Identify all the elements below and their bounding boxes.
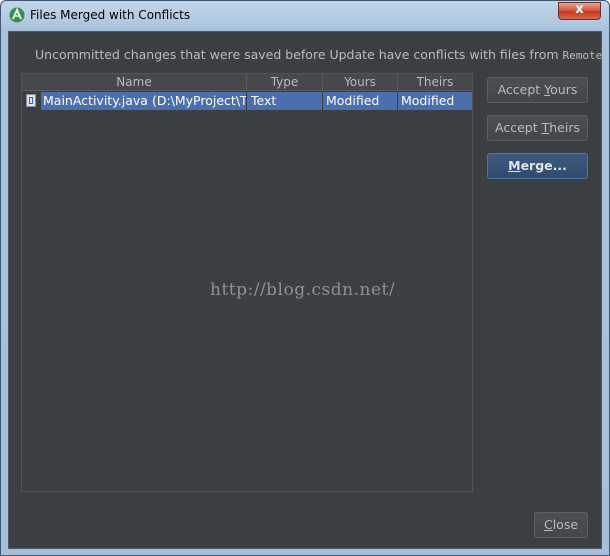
merge-button[interactable]: Merge... [487,153,588,179]
column-header-yours[interactable]: Yours [323,74,398,91]
column-header-theirs[interactable]: Theirs [398,74,472,91]
close-mnemonic: C [543,517,553,532]
column-header-name[interactable]: Name [22,74,247,91]
android-studio-icon [9,7,25,23]
window-title: Files Merged with Conflicts [30,8,191,22]
close-label: lose [552,517,579,532]
window-close-button[interactable]: x [558,2,601,20]
column-header-type[interactable]: Type [247,74,323,91]
accept-yours-label-a: Accept [497,82,545,97]
accept-theirs-button[interactable]: Accept Theirs [487,115,588,141]
title-bar[interactable]: Files Merged with Conflicts x [1,1,609,31]
conflict-message: Uncommitted changes that were saved befo… [35,47,602,62]
merge-mnemonic: M [508,158,521,173]
merge-label: erge... [520,158,567,173]
cell-name[interactable]: MainActivity.java (D:\MyProject\Tes [41,92,247,110]
message-text: Uncommitted changes that were saved befo… [35,47,559,62]
row-icon-cell [22,92,41,110]
close-button[interactable]: Close [534,512,588,538]
branch-name: Remote [562,49,603,62]
watermark-text: http://blog.csdn.net/ [210,280,396,300]
table-row[interactable]: MainActivity.java (D:\MyProject\Tes Text… [22,92,472,110]
accept-yours-label-b: ours [550,82,578,97]
close-icon: x [575,2,584,17]
cell-type[interactable]: Text [247,92,323,110]
cell-theirs[interactable]: Modified [398,92,472,110]
cell-yours[interactable]: Modified [323,92,398,110]
accept-theirs-label-a: Accept [495,120,542,135]
accept-theirs-label-b: heirs [549,120,580,135]
accept-yours-button[interactable]: Accept Yours [487,77,588,103]
dialog-window: Files Merged with Conflicts x Uncommitte… [0,0,610,556]
java-file-icon [26,94,36,107]
